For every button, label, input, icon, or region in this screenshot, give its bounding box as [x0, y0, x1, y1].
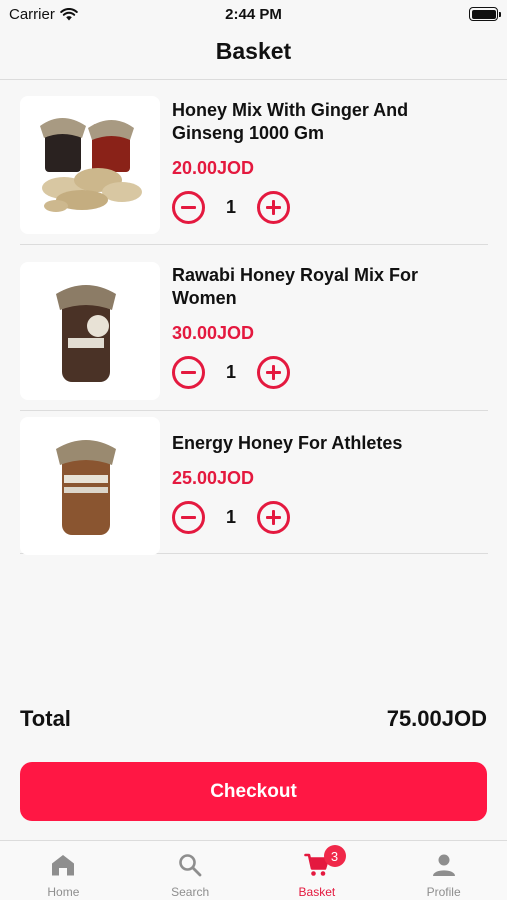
item-info: Honey Mix With Ginger And Ginseng 1000 G…	[172, 99, 472, 224]
increase-quantity-button[interactable]	[257, 355, 290, 389]
quantity-stepper: 1	[172, 500, 472, 534]
tab-profile[interactable]: Profile	[380, 841, 507, 900]
battery-icon	[469, 7, 501, 21]
status-time: 2:44 PM	[225, 6, 282, 23]
increase-quantity-button[interactable]	[257, 500, 290, 534]
basket-list: Honey Mix With Ginger And Ginseng 1000 G…	[20, 80, 488, 555]
increase-quantity-button[interactable]	[257, 190, 290, 224]
total-row: Total 75.00JOD	[20, 706, 487, 732]
basket-item: Honey Mix With Ginger And Ginseng 1000 G…	[20, 80, 488, 245]
total-label: Total	[20, 706, 71, 731]
tab-home[interactable]: Home	[0, 841, 127, 900]
status-bar: Carrier 2:44 PM	[0, 0, 507, 28]
nav-bar: Basket	[0, 28, 507, 80]
tab-label: Profile	[426, 885, 461, 899]
cart-badge: 3	[323, 845, 346, 867]
tab-label: Home	[47, 885, 80, 899]
item-name[interactable]: Energy Honey For Athletes	[172, 432, 432, 455]
tab-search[interactable]: Search	[127, 841, 254, 900]
checkout-button[interactable]: Checkout	[20, 762, 487, 821]
decrease-quantity-button[interactable]	[172, 190, 205, 224]
quantity-value: 1	[225, 506, 236, 527]
basket-item: Energy Honey For Athletes 25.00JOD 1	[20, 411, 488, 555]
quantity-value: 1	[225, 361, 236, 382]
item-price: 25.00JOD	[172, 468, 255, 488]
item-price: 20.00JOD	[172, 158, 255, 178]
total-value: 75.00JOD	[386, 706, 487, 731]
quantity-stepper: 1	[172, 190, 472, 224]
decrease-quantity-button[interactable]	[172, 500, 205, 534]
profile-icon	[432, 854, 455, 876]
tab-bar: Home Search 3 Basket Profile	[0, 840, 507, 900]
item-info: Energy Honey For Athletes 25.00JOD 1	[172, 432, 472, 534]
product-image[interactable]	[20, 262, 160, 400]
product-image[interactable]	[20, 96, 160, 234]
quantity-value: 1	[225, 196, 236, 217]
item-name[interactable]: Rawabi Honey Royal Mix For Women	[172, 264, 432, 310]
search-icon	[179, 854, 202, 877]
tab-label: Search	[171, 885, 210, 899]
item-price: 30.00JOD	[172, 323, 255, 343]
decrease-quantity-button[interactable]	[172, 355, 205, 389]
product-image[interactable]	[20, 417, 160, 555]
item-info: Rawabi Honey Royal Mix For Women 30.00JO…	[172, 264, 472, 389]
tab-label: Basket	[298, 885, 336, 899]
basket-item: Rawabi Honey Royal Mix For Women 30.00JO…	[20, 245, 488, 411]
home-icon	[52, 855, 75, 876]
tab-basket[interactable]: 3 Basket	[254, 841, 381, 900]
page-title: Basket	[215, 38, 292, 64]
item-name[interactable]: Honey Mix With Ginger And Ginseng 1000 G…	[172, 99, 432, 145]
quantity-stepper: 1	[172, 355, 472, 389]
